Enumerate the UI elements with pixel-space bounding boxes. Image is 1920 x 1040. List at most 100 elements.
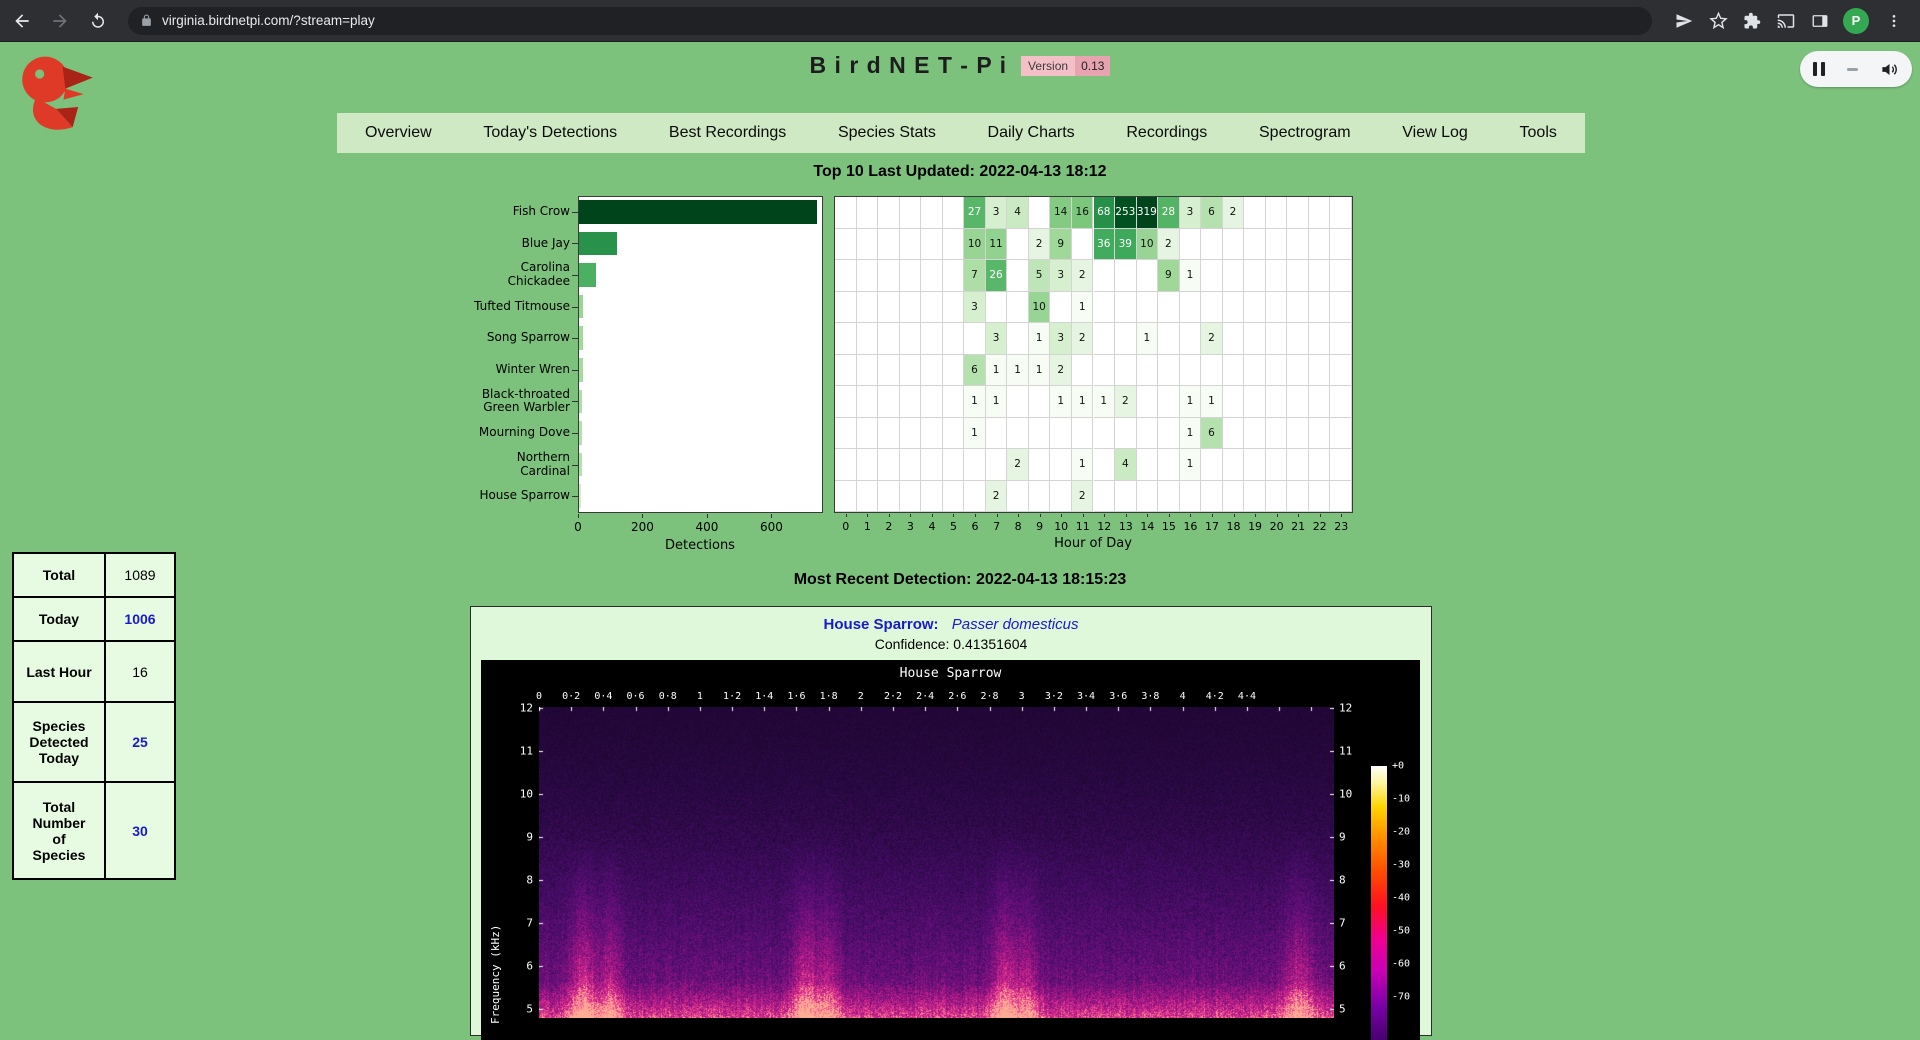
heatmap-cell	[1072, 418, 1094, 450]
bar-tick-label: 600	[760, 520, 783, 534]
nav-item-view-log[interactable]: View Log	[1402, 124, 1468, 142]
nav-item-daily-charts[interactable]: Daily Charts	[988, 124, 1075, 142]
heatmap-cell	[900, 292, 922, 324]
menu-button[interactable]	[1878, 5, 1910, 37]
heatmap-cell	[1244, 292, 1266, 324]
heatmap-axis-label: Hour of Day	[1054, 536, 1132, 551]
volume-icon[interactable]	[1880, 60, 1899, 79]
bar-mourning-dove	[579, 421, 582, 445]
nav-item-today-s-detections[interactable]: Today's Detections	[483, 124, 617, 142]
hour-label: 19	[1248, 520, 1262, 533]
hour-label: 14	[1140, 520, 1154, 533]
heatmap-cell: 4	[1115, 449, 1137, 481]
audio-player[interactable]	[1800, 51, 1912, 87]
nav-item-best-recordings[interactable]: Best Recordings	[669, 124, 786, 142]
spectrogram-y-tick-left: 11	[507, 745, 533, 758]
stats-link-total-number-of-species[interactable]: 30	[132, 823, 148, 839]
species-label-tufted-titmouse: Tufted Titmouse	[338, 291, 570, 323]
spectrogram-y-tick-left: 7	[507, 917, 533, 930]
heatmap-cell	[1309, 355, 1331, 387]
heatmap-cell	[1287, 449, 1309, 481]
nav-item-overview[interactable]: Overview	[365, 124, 432, 142]
heatmap-cell	[1180, 355, 1202, 387]
back-button[interactable]	[6, 5, 38, 37]
heatmap-cell	[1266, 449, 1288, 481]
cast-button[interactable]	[1770, 5, 1802, 37]
species-label-mourning-dove: Mourning Dove	[338, 417, 570, 449]
heatmap-cell: 10	[1137, 229, 1159, 261]
heatmap-cell	[1115, 323, 1137, 355]
hour-label: 12	[1097, 520, 1111, 533]
stats-value-today[interactable]: 1006	[105, 597, 175, 641]
heatmap-cell: 1	[1180, 449, 1202, 481]
spectrogram-y-tick-right: 9	[1339, 831, 1365, 844]
heatmap-cell	[1050, 449, 1072, 481]
heatmap-cell	[921, 355, 943, 387]
heatmap-cell	[1266, 386, 1288, 418]
heatmap-cell	[1201, 229, 1223, 261]
spectrogram-x-tick: 0·6	[627, 691, 645, 702]
profile-avatar[interactable]: P	[1843, 8, 1869, 34]
heatmap-cell: 3	[964, 292, 986, 324]
stats-link-today[interactable]: 1006	[124, 611, 155, 627]
heatmap-cell	[1330, 292, 1352, 324]
cast-icon	[1777, 12, 1795, 30]
spectrogram-y-tick-right: 11	[1339, 745, 1365, 758]
heatmap-cell	[1050, 481, 1072, 513]
bar-black-throated-green-warbler	[579, 390, 582, 414]
nav-item-species-stats[interactable]: Species Stats	[838, 124, 936, 142]
heatmap-cell	[857, 355, 879, 387]
bar-tick-label: 400	[695, 520, 718, 534]
detection-panel: House Sparrow: Passer domesticus Confide…	[470, 606, 1432, 1036]
player-progress	[1847, 68, 1858, 71]
x-tick	[846, 514, 847, 517]
species-scientific-name-link[interactable]: Passer domesticus	[952, 616, 1079, 633]
heatmap-cell: 36	[1094, 229, 1116, 261]
heatmap-cell	[857, 386, 879, 418]
spectrogram-y-tick-right: 5	[1339, 1003, 1365, 1016]
heatmap-cell: 3	[986, 197, 1008, 229]
x-tick	[1277, 514, 1278, 517]
spectrogram-x-tick: 3·4	[1077, 691, 1095, 702]
heatmap-cell	[1287, 355, 1309, 387]
stats-link-species-detected-today[interactable]: 25	[132, 734, 148, 750]
nav-item-spectrogram[interactable]: Spectrogram	[1259, 124, 1351, 142]
bar-fish-crow	[579, 200, 817, 224]
heatmap-cell	[1287, 418, 1309, 450]
heatmap-cell	[878, 197, 900, 229]
stats-value-species-detected-today[interactable]: 25	[105, 702, 175, 782]
puzzle-icon	[1743, 12, 1761, 30]
heatmap-cell	[943, 323, 965, 355]
reload-button[interactable]	[82, 5, 114, 37]
hour-label: 15	[1162, 520, 1176, 533]
heatmap-cell: 2	[1050, 355, 1072, 387]
heatmap-cell	[1244, 197, 1266, 229]
hour-label: 0	[842, 520, 849, 533]
heatmap-cell	[1330, 323, 1352, 355]
heatmap-cell	[900, 355, 922, 387]
pause-button[interactable]	[1813, 62, 1825, 76]
extensions-button[interactable]	[1736, 5, 1768, 37]
heatmap-cell: 16	[1072, 197, 1094, 229]
address-bar[interactable]: virginia.birdnetpi.com/?stream=play	[128, 7, 1652, 35]
species-label-carolina-chickadee: Carolina Chickadee	[338, 259, 570, 291]
species-common-name-link[interactable]: House Sparrow:	[824, 616, 939, 633]
share-button[interactable]	[1668, 5, 1700, 37]
heatmap-cell	[943, 260, 965, 292]
heatmap-cell	[1072, 229, 1094, 261]
stats-value-total-number-of-species[interactable]: 30	[105, 782, 175, 879]
heatmap-cell	[1223, 386, 1245, 418]
heatmap-cell	[1223, 260, 1245, 292]
stats-row-total-number-of-species: Total Number of Species30	[13, 782, 175, 879]
bar-blue-jay	[579, 232, 617, 256]
heatmap-cell	[1137, 481, 1159, 513]
heatmap-cell	[1115, 481, 1137, 513]
side-panel-button[interactable]	[1804, 5, 1836, 37]
species-label-black-throated-green-warbler: Black-throated Green Warbler	[338, 386, 570, 418]
nav-item-tools[interactable]: Tools	[1520, 124, 1557, 142]
forward-button[interactable]	[44, 5, 76, 37]
bookmark-button[interactable]	[1702, 5, 1734, 37]
heatmap-cell	[857, 197, 879, 229]
nav-item-recordings[interactable]: Recordings	[1126, 124, 1207, 142]
heatmap-cell	[1266, 418, 1288, 450]
